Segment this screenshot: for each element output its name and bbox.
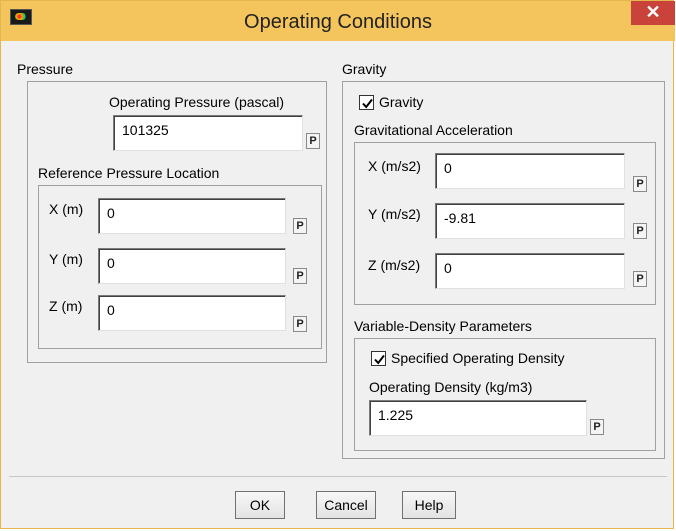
specified-operating-density-label: Specified Operating Density: [391, 350, 565, 366]
close-button[interactable]: ✕: [631, 1, 675, 25]
grav-y-input[interactable]: -9.81: [435, 203, 625, 239]
gravity-checkbox-label: Gravity: [379, 94, 424, 110]
grav-z-param-button[interactable]: P: [633, 271, 647, 287]
grav-z-input[interactable]: 0: [435, 253, 625, 289]
gravity-group-label: Gravity: [342, 61, 387, 77]
grav-x-label: X (m/s2): [368, 158, 421, 174]
cancel-button[interactable]: Cancel: [316, 491, 376, 519]
variable-density-label: Variable-Density Parameters: [354, 318, 532, 334]
operating-density-param-button[interactable]: P: [590, 419, 604, 435]
checkmark-icon: [374, 354, 385, 365]
grav-z-label: Z (m/s2): [368, 257, 421, 273]
ref-x-param-button[interactable]: P: [293, 218, 307, 234]
operating-conditions-dialog: Operating Conditions ✕ Pressure Operatin…: [0, 0, 675, 529]
operating-pressure-label: Operating Pressure (pascal): [109, 94, 285, 110]
gravitational-acceleration-label: Gravitational Acceleration: [354, 122, 513, 138]
ref-z-input[interactable]: 0: [98, 295, 286, 331]
ref-x-label: X (m): [49, 201, 84, 217]
dialog-title: Operating Conditions: [244, 11, 432, 33]
reference-pressure-location-label: Reference Pressure Location: [38, 165, 220, 181]
ref-y-label: Y (m): [49, 251, 83, 267]
pressure-group-label: Pressure: [17, 61, 74, 77]
footer-separator: [9, 476, 667, 477]
grav-x-param-button[interactable]: P: [633, 176, 647, 192]
help-button[interactable]: Help: [402, 491, 456, 519]
grav-x-input[interactable]: 0: [435, 153, 625, 189]
ok-button[interactable]: OK: [235, 491, 285, 519]
operating-density-input[interactable]: 1.225: [369, 400, 587, 436]
checkmark-icon: [362, 98, 373, 109]
specified-operating-density-checkbox[interactable]: [371, 351, 386, 366]
grav-y-param-button[interactable]: P: [633, 223, 647, 239]
title-bar[interactable]: Operating Conditions ✕: [1, 1, 675, 41]
grav-y-label: Y (m/s2): [368, 206, 421, 222]
dialog-body: Pressure Operating Pressure (pascal) 101…: [9, 41, 667, 522]
ref-z-label: Z (m): [49, 298, 83, 314]
ref-x-input[interactable]: 0: [98, 198, 286, 234]
gravity-checkbox[interactable]: [359, 95, 374, 110]
operating-pressure-param-button[interactable]: P: [306, 133, 320, 149]
ref-y-input[interactable]: 0: [98, 248, 286, 284]
ref-z-param-button[interactable]: P: [293, 316, 307, 332]
operating-density-label: Operating Density (kg/m3): [369, 379, 533, 395]
ref-y-param-button[interactable]: P: [293, 268, 307, 284]
operating-pressure-input[interactable]: 101325: [113, 115, 303, 151]
